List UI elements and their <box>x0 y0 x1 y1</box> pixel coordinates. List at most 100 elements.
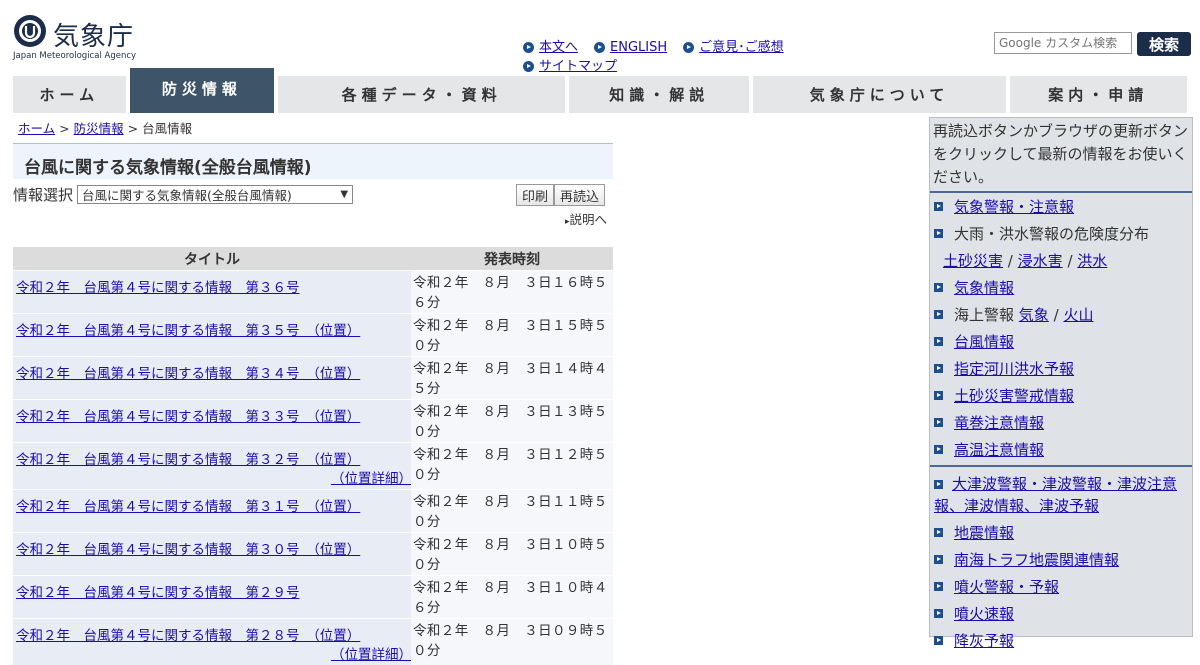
bulletin-link[interactable]: 令和２年 台風第４号に関する情報 第３２号 （位置） <box>16 452 360 468</box>
print-button[interactable]: 印刷 <box>516 184 555 206</box>
bullet-arrow-icon <box>523 61 534 72</box>
bulletin-link[interactable]: 令和２年 台風第４号に関する情報 第２８号 （位置） <box>16 628 360 644</box>
sidebar-link-kaijo-kisho[interactable]: 気象 <box>1019 304 1049 325</box>
breadcrumb-home[interactable]: ホーム <box>18 121 55 136</box>
sidebar-item-funka[interactable]: 噴火警報・予報 <box>930 573 1192 600</box>
sidebar-link[interactable]: 大津波警報・津波警報・津波注意報、津波情報、津波予報 <box>934 475 1177 515</box>
sidebar-item-koon[interactable]: 高温注意情報 <box>930 436 1192 463</box>
sidebar-link[interactable]: 降灰予報 <box>954 630 1014 651</box>
link-honbun-text[interactable]: 本文へ <box>539 38 578 57</box>
info-selector: 情報選択 台風に関する気象情報(全般台風情報) ▼ <box>13 184 354 205</box>
slash-separator: / <box>1067 251 1073 270</box>
sidebar-link[interactable]: 土砂災害警戒情報 <box>954 385 1074 406</box>
search-input[interactable] <box>994 32 1132 54</box>
sidebar-item-keiho[interactable]: 気象警報・注意報 <box>930 193 1192 220</box>
cell-title: 令和２年 台風第４号に関する情報 第３４号 （位置） <box>13 357 411 399</box>
jma-logo[interactable]: 気象庁 Japan Meteorological Agency <box>13 14 143 62</box>
link-honbun[interactable]: 本文へ <box>523 38 578 57</box>
bulletin-detail-link[interactable]: （位置詳細） <box>331 471 412 487</box>
bulletin-link[interactable]: 令和２年 台風第４号に関する情報 第３１号 （位置） <box>16 499 360 515</box>
sidebar-link-kozui[interactable]: 洪水 <box>1077 250 1107 271</box>
cell-time: 令和２年 ８月 ３日１２時５０分 <box>411 443 613 489</box>
sidebar-link[interactable]: 台風情報 <box>954 331 1014 352</box>
sidebar-link[interactable]: 南海トラフ地震関連情報 <box>954 549 1119 570</box>
bullet-arrow-icon <box>594 42 606 53</box>
bullet-arrow-icon <box>934 229 943 238</box>
nav-about[interactable]: 気象庁について <box>749 76 1006 113</box>
sidebar-link[interactable]: 気象情報 <box>954 277 1014 298</box>
logo-subtitle: Japan Meteorological Agency <box>13 51 137 61</box>
page-title: 台風に関する気象情報(全般台風情報) <box>13 143 613 179</box>
bulletin-detail-link[interactable]: （位置詳細） <box>331 647 412 663</box>
sidebar-link[interactable]: 噴火警報・予報 <box>954 576 1059 597</box>
bulletin-link[interactable]: 令和２年 台風第４号に関する情報 第２９号 <box>16 585 300 601</box>
table-row: 令和２年 台風第４号に関する情報 第３３号 （位置） 令和２年 ８月 ３日１３時５… <box>13 399 613 442</box>
table-row: 令和２年 台風第４号に関する情報 第２８号 （位置） （位置詳細） 令和２年 ８月 … <box>13 618 613 665</box>
bulletin-link[interactable]: 令和２年 台風第４号に関する情報 第３５号 （位置） <box>16 323 360 339</box>
nav-home[interactable]: ホーム <box>13 76 126 113</box>
logo-name: 気象庁 <box>53 22 135 52</box>
bullet-arrow-icon <box>523 42 534 53</box>
sidebar-list: 気象警報・注意報 大雨・洪水警報の危険度分布 土砂災害 / 浸水害 / 洪水 気… <box>930 193 1192 654</box>
bulletin-link[interactable]: 令和２年 台風第４号に関する情報 第３３号 （位置） <box>16 409 360 425</box>
sidebar-item-kisho[interactable]: 気象情報 <box>930 274 1192 301</box>
sidebar-link-kaijo-kazan[interactable]: 火山 <box>1063 304 1093 325</box>
explain-link-text[interactable]: 説明へ <box>570 212 608 227</box>
link-english[interactable]: ENGLISH <box>594 38 667 57</box>
sidebar-item-tsunami[interactable]: 大津波警報・津波警報・津波注意報、津波情報、津波予報 <box>930 469 1192 519</box>
sidebar-link[interactable]: 高温注意情報 <box>954 439 1044 460</box>
sidebar-link[interactable]: 地震情報 <box>954 522 1014 543</box>
link-sitemap-text[interactable]: サイトマップ <box>539 57 617 76</box>
nav-guide[interactable]: 案内・申請 <box>1005 76 1187 113</box>
sidebar-label: 海上警報 <box>954 306 1015 324</box>
sidebar-link[interactable]: 気象警報・注意報 <box>954 196 1074 217</box>
slash-separator: / <box>1053 305 1059 324</box>
sidebar-item-tatsumaki[interactable]: 竜巻注意情報 <box>930 409 1192 436</box>
sidebar-link[interactable]: 指定河川洪水予報 <box>954 358 1074 379</box>
bullet-arrow-icon <box>934 636 943 645</box>
sidebar-link-dosha[interactable]: 土砂災害 <box>943 250 1003 271</box>
link-sitemap[interactable]: サイトマップ <box>523 57 617 76</box>
dropdown-arrow-icon: ▼ <box>340 189 349 200</box>
sidebar-item-taifu[interactable]: 台風情報 <box>930 328 1192 355</box>
cell-title: 令和２年 台風第４号に関する情報 第３５号 （位置） <box>13 314 411 356</box>
bulletin-link[interactable]: 令和２年 台風第４号に関する情報 第３４号 （位置） <box>16 366 360 382</box>
sidebar-item-doshakeikai[interactable]: 土砂災害警戒情報 <box>930 382 1192 409</box>
sidebar-item-jishin[interactable]: 地震情報 <box>930 519 1192 546</box>
bulletin-link[interactable]: 令和２年 台風第４号に関する情報 第３０号 （位置） <box>16 542 360 558</box>
bulletin-link[interactable]: 令和２年 台風第４号に関する情報 第３６号 <box>16 280 300 296</box>
table-row: 令和２年 台風第４号に関する情報 第３６号 令和２年 ８月 ３日１６時５６分 <box>13 270 613 313</box>
sidebar-link[interactable]: 噴火速報 <box>954 603 1014 624</box>
bullet-arrow-icon <box>934 283 943 292</box>
nav-bosai[interactable]: 防災情報 <box>125 68 275 113</box>
table-row: 令和２年 台風第４号に関する情報 第２９号 令和２年 ８月 ３日１０時４６分 <box>13 575 613 618</box>
selected-value: 台風に関する気象情報(全般台風情報) <box>82 188 292 203</box>
sidebar-link-shinsui[interactable]: 浸水害 <box>1018 250 1063 271</box>
link-feedback-text[interactable]: ご意見･ご感想 <box>699 38 784 57</box>
search-button[interactable]: 検索 <box>1137 32 1191 56</box>
sidebar-item-kouhai[interactable]: 降灰予報 <box>930 627 1192 654</box>
reload-button[interactable]: 再読込 <box>554 184 606 206</box>
global-nav: ホーム 防災情報 各種データ・資料 知識・解説 気象庁について 案内・申請 <box>13 68 1187 113</box>
sidebar-note: 再読込ボタンかブラウザの更新ボタンをクリックして最新の情報をお使いください。 <box>930 118 1192 193</box>
action-buttons: 印刷 再読込 <box>516 184 606 206</box>
table-header: タイトル 発表時刻 <box>13 247 613 270</box>
cell-time: 令和２年 ８月 ３日１０時５０分 <box>411 533 613 575</box>
bullet-arrow-icon <box>934 337 943 346</box>
cell-time: 令和２年 ８月 ３日１６時５６分 <box>411 271 613 313</box>
sidebar-link[interactable]: 竜巻注意情報 <box>954 412 1044 433</box>
sidebar-item-nankai[interactable]: 南海トラフ地震関連情報 <box>930 546 1192 573</box>
nav-data[interactable]: 各種データ・資料 <box>274 76 566 113</box>
cell-time: 令和２年 ８月 ３日１３時５０分 <box>411 400 613 442</box>
breadcrumb-bosai[interactable]: 防災情報 <box>74 121 124 136</box>
nav-knowledge[interactable]: 知識・解説 <box>565 76 750 113</box>
bullet-arrow-icon <box>934 555 943 564</box>
link-english-text[interactable]: ENGLISH <box>610 38 667 57</box>
sidebar-item-kasen[interactable]: 指定河川洪水予報 <box>930 355 1192 382</box>
cell-title: 令和２年 台風第４号に関する情報 第３３号 （位置） <box>13 400 411 442</box>
sidebar-item-funka-sokuho[interactable]: 噴火速報 <box>930 600 1192 627</box>
explain-link[interactable]: ▸説明へ <box>565 209 607 228</box>
info-select-dropdown[interactable]: 台風に関する気象情報(全般台風情報) ▼ <box>77 185 354 204</box>
link-feedback[interactable]: ご意見･ご感想 <box>683 38 784 57</box>
sidebar: 再読込ボタンかブラウザの更新ボタンをクリックして最新の情報をお使いください。 気… <box>929 117 1193 650</box>
